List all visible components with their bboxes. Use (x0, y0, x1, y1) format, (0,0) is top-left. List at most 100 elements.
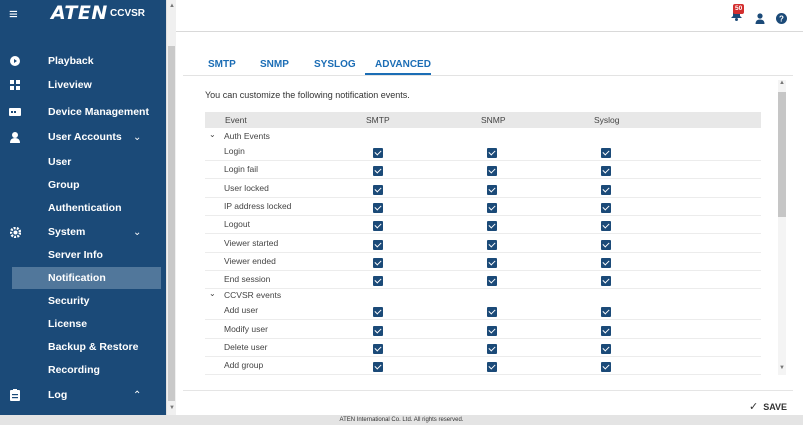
event-label: End session (224, 274, 271, 285)
smtp-checkbox[interactable] (373, 239, 383, 250)
sidebar-item-log[interactable]: Log ⌃ (0, 384, 166, 406)
sidebar-item-backup-restore[interactable]: Backup & Restore (0, 336, 166, 358)
save-button[interactable]: ✓ SAVE (749, 400, 787, 413)
snmp-checkbox[interactable] (487, 148, 497, 158)
chevron-down-icon[interactable]: ⌄ (209, 130, 216, 139)
scroll-down-arrow-icon[interactable]: ▼ (779, 365, 785, 371)
sidebar-item-liveview[interactable]: Liveview (0, 74, 166, 96)
sidebar-item-user[interactable]: User (0, 151, 166, 173)
sidebar-item-label: Server Info (48, 249, 103, 261)
snmp-checkbox[interactable] (487, 257, 497, 268)
user-icon (9, 131, 21, 143)
syslog-checkbox[interactable] (601, 202, 611, 213)
sidebar-item-authentication[interactable]: Authentication (0, 197, 166, 219)
smtp-checkbox[interactable] (373, 344, 383, 354)
sidebar-item-server-info[interactable]: Server Info (0, 244, 166, 266)
event-label: Add group (224, 360, 264, 371)
column-header-smtp: SMTP (366, 115, 390, 125)
sidebar-item-system[interactable]: System ⌄ (0, 221, 166, 243)
syslog-checkbox[interactable] (601, 257, 611, 268)
sidebar-item-label: Liveview (48, 79, 92, 91)
snmp-checkbox[interactable] (487, 344, 497, 354)
smtp-checkbox[interactable] (373, 307, 383, 318)
sidebar-item-device-management[interactable]: Device Management (0, 101, 166, 123)
table-row: Modify user (205, 321, 761, 339)
content-divider (183, 390, 793, 391)
event-label: Login (224, 146, 245, 156)
smtp-checkbox[interactable] (373, 362, 383, 373)
smtp-checkbox[interactable] (373, 257, 383, 268)
product-name: CCVSR (110, 8, 146, 19)
save-label: SAVE (763, 402, 788, 412)
smtp-checkbox[interactable] (373, 166, 383, 177)
sidebar-item-label: Recording (48, 364, 100, 376)
snmp-checkbox[interactable] (487, 362, 497, 373)
smtp-checkbox[interactable] (373, 148, 383, 158)
table-row: Delete user (205, 339, 761, 357)
group-row: ⌄ CCVSR events (205, 289, 761, 302)
snmp-checkbox[interactable] (487, 325, 497, 336)
tab-advanced[interactable]: ADVANCED (375, 59, 431, 70)
smtp-checkbox[interactable] (373, 184, 383, 195)
smtp-checkbox[interactable] (373, 325, 383, 336)
snmp-checkbox[interactable] (487, 202, 497, 213)
snmp-checkbox[interactable] (487, 221, 497, 232)
scroll-up-arrow-icon[interactable]: ▲ (169, 3, 175, 9)
syslog-checkbox[interactable] (601, 276, 611, 287)
tab-divider (183, 75, 793, 76)
table-row: IP address locked (205, 198, 761, 216)
scroll-up-arrow-icon[interactable]: ▲ (779, 80, 785, 86)
column-header-syslog: Syslog (594, 115, 620, 125)
smtp-checkbox[interactable] (373, 221, 383, 232)
column-header-snmp: SNMP (481, 115, 506, 125)
event-label: Logout (224, 219, 250, 230)
snmp-checkbox[interactable] (487, 166, 497, 177)
user-icon[interactable] (755, 11, 765, 29)
sidebar-item-label: User (48, 156, 72, 168)
help-icon[interactable]: ? (776, 11, 787, 29)
table-row: User locked (205, 180, 761, 198)
sidebar-item-label: System (48, 226, 86, 238)
syslog-checkbox[interactable] (601, 325, 611, 336)
device-icon (9, 106, 21, 118)
sidebar-item-license[interactable]: License (0, 313, 166, 335)
syslog-checkbox[interactable] (601, 307, 611, 318)
grid-icon (9, 79, 21, 91)
syslog-checkbox[interactable] (601, 344, 611, 354)
smtp-checkbox[interactable] (373, 276, 383, 287)
hamburger-menu-icon[interactable]: ≡ (9, 7, 18, 22)
syslog-checkbox[interactable] (601, 184, 611, 195)
snmp-checkbox[interactable] (487, 239, 497, 250)
sidebar-item-recording[interactable]: Recording (0, 359, 166, 381)
column-header-event: Event (225, 115, 247, 125)
sidebar-item-security[interactable]: Security (0, 290, 166, 312)
sidebar-item-label: Device Management (48, 106, 149, 118)
sidebar-item-playback[interactable]: Playback (0, 50, 166, 72)
sidebar-scrollbar-thumb[interactable] (168, 46, 175, 401)
syslog-checkbox[interactable] (601, 148, 611, 158)
sidebar-item-user-accounts[interactable]: User Accounts ⌄ (0, 126, 166, 148)
syslog-checkbox[interactable] (601, 239, 611, 250)
smtp-checkbox[interactable] (373, 202, 383, 213)
group-label: CCVSR events (224, 290, 282, 301)
notification-count-badge: 50 (733, 4, 745, 14)
sidebar: ≡ ATEN CCVSR Playback Liveview Device Ma… (0, 0, 166, 415)
event-label: Login fail (224, 164, 259, 175)
syslog-checkbox[interactable] (601, 362, 611, 373)
content-scrollbar-thumb[interactable] (778, 92, 786, 217)
syslog-checkbox[interactable] (601, 166, 611, 177)
scroll-down-arrow-icon[interactable]: ▼ (169, 405, 175, 411)
snmp-checkbox[interactable] (487, 184, 497, 195)
tab-snmp[interactable]: SNMP (260, 59, 289, 70)
sidebar-item-notification[interactable]: Notification (12, 267, 161, 289)
snmp-checkbox[interactable] (487, 307, 497, 318)
table-row: Add group (205, 357, 761, 376)
sidebar-item-group[interactable]: Group (0, 174, 166, 196)
intro-text: You can customize the following notifica… (205, 90, 410, 100)
tab-syslog[interactable]: SYSLOG (314, 59, 356, 70)
chevron-down-icon: ⌄ (133, 131, 142, 143)
chevron-down-icon[interactable]: ⌄ (209, 289, 216, 298)
syslog-checkbox[interactable] (601, 221, 611, 232)
snmp-checkbox[interactable] (487, 276, 497, 287)
tab-smtp[interactable]: SMTP (208, 59, 236, 70)
